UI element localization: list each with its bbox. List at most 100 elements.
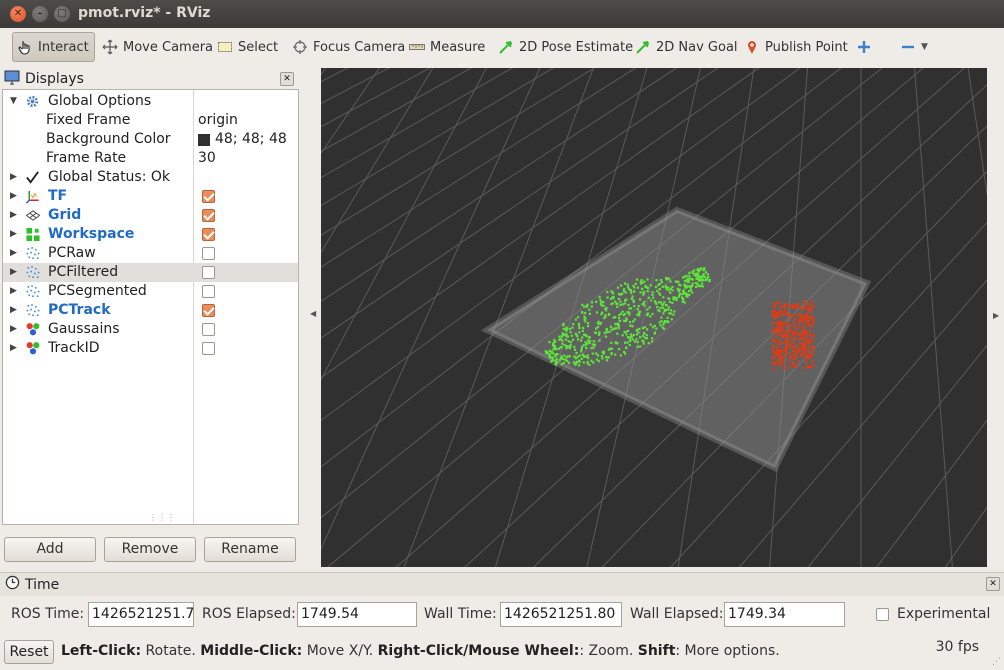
green-point: [569, 344, 572, 347]
green-point: [596, 325, 600, 329]
close-icon[interactable]: ✕: [280, 72, 294, 86]
red-point: [811, 316, 815, 319]
map-pin-icon: [744, 39, 760, 55]
red-point: [811, 337, 814, 340]
tree-row-pcsegmented[interactable]: ▶ PCSegmented: [3, 282, 298, 301]
display-enabled-checkbox[interactable]: [202, 247, 215, 260]
rename-display-button[interactable]: Rename: [204, 537, 296, 562]
display-enabled-checkbox[interactable]: [202, 342, 215, 355]
tree-row-background-color[interactable]: Background Color 48; 48; 48: [3, 130, 298, 149]
display-enabled-checkbox[interactable]: [202, 228, 215, 241]
resize-grip[interactable]: ⋮⋮⋮: [149, 513, 176, 522]
green-point: [643, 280, 646, 283]
resize-grip[interactable]: ⋰: [992, 657, 1001, 667]
expand-arrow-icon[interactable]: ▶: [10, 263, 20, 282]
expand-arrow-icon[interactable]: ▶: [10, 187, 20, 206]
add-display-button[interactable]: Add: [4, 537, 96, 562]
red-point: [802, 324, 805, 328]
red-point: [779, 329, 783, 332]
property-value[interactable]: 48; 48; 48: [198, 130, 287, 149]
green-point: [548, 349, 551, 352]
red-point: [780, 322, 783, 326]
expand-arrow-icon[interactable]: ▶: [10, 282, 20, 301]
display-enabled-checkbox[interactable]: [202, 266, 215, 279]
tool-select[interactable]: Select: [213, 32, 282, 62]
tool-2d-nav-goal[interactable]: 2D Nav Goal: [631, 32, 742, 62]
tool-focus-camera[interactable]: Focus Camera: [288, 32, 409, 62]
collapse-right-icon[interactable]: ▶: [993, 311, 999, 320]
red-point: [777, 325, 780, 328]
tool-measure[interactable]: Measure: [405, 32, 489, 62]
green-point: [681, 296, 684, 299]
green-point: [566, 345, 570, 348]
green-point: [671, 301, 674, 304]
window-maximize-button[interactable]: □: [54, 6, 70, 22]
property-value[interactable]: origin: [198, 111, 238, 130]
tool-2d-pose-estimate[interactable]: 2D Pose Estimate: [494, 32, 637, 62]
green-point: [627, 329, 630, 332]
ros-elapsed-field[interactable]: 1749.54: [297, 602, 417, 627]
green-point: [623, 290, 626, 293]
scene-canvas[interactable]: [321, 68, 987, 567]
red-point: [796, 333, 799, 336]
expand-arrow-icon[interactable]: ▶: [10, 301, 20, 320]
tree-row-global-options[interactable]: ▼ Global Options: [3, 92, 298, 111]
render-view[interactable]: [321, 68, 987, 567]
tree-row-workspace[interactable]: ▶ Workspace: [3, 225, 298, 244]
add-tool-button[interactable]: [852, 32, 876, 62]
red-point: [802, 318, 805, 321]
expand-arrow-icon[interactable]: ▼: [10, 92, 20, 111]
tree-row-tf[interactable]: ▶ TF: [3, 187, 298, 206]
green-point: [610, 347, 613, 350]
green-point: [639, 345, 642, 348]
right-collapse-strip[interactable]: ▶: [988, 67, 1004, 568]
green-point: [675, 299, 678, 302]
tree-row-gaussains[interactable]: ▶ Gaussains: [3, 320, 298, 339]
expand-arrow-icon[interactable]: ▶: [10, 225, 20, 244]
tree-row-grid[interactable]: ▶ Grid: [3, 206, 298, 225]
grid-line: [321, 68, 327, 76]
display-enabled-checkbox[interactable]: [202, 190, 215, 203]
window-minimize-button[interactable]: –: [32, 6, 48, 22]
window-close-button[interactable]: ✕: [10, 6, 26, 22]
expand-arrow-icon[interactable]: ▶: [10, 168, 20, 187]
tree-row-pcfiltered[interactable]: ▶ PCFiltered: [3, 263, 298, 282]
tool-label: Measure: [430, 39, 486, 55]
property-value[interactable]: 30: [198, 149, 216, 168]
display-enabled-checkbox[interactable]: [202, 323, 215, 336]
green-point: [661, 303, 664, 306]
panel-splitter[interactable]: ◀: [302, 67, 320, 568]
expand-arrow-icon[interactable]: ▶: [10, 320, 20, 339]
checkmark-icon: [25, 170, 41, 185]
tree-row-frame-rate[interactable]: Frame Rate 30: [3, 149, 298, 168]
green-point: [595, 300, 598, 303]
expand-arrow-icon[interactable]: ▶: [10, 339, 20, 358]
display-enabled-checkbox[interactable]: [202, 304, 215, 317]
tool-publish-point[interactable]: Publish Point: [740, 32, 852, 62]
expand-arrow-icon[interactable]: ▶: [10, 206, 20, 225]
tree-row-trackid[interactable]: ▶ TrackID: [3, 339, 298, 358]
tree-row-global-status[interactable]: ▶ Global Status: Ok: [3, 168, 298, 187]
expand-arrow-icon[interactable]: ▶: [10, 244, 20, 263]
tool-interact[interactable]: Interact: [12, 32, 95, 62]
display-enabled-checkbox[interactable]: [202, 285, 215, 298]
tree-row-pctrack[interactable]: ▶ PCTrack: [3, 301, 298, 320]
remove-display-button[interactable]: Remove: [104, 537, 196, 562]
close-icon[interactable]: ✕: [986, 577, 1000, 591]
collapse-left-icon[interactable]: ◀: [310, 309, 316, 318]
display-enabled-checkbox[interactable]: [202, 209, 215, 222]
green-point: [695, 272, 698, 275]
tree-row-pcraw[interactable]: ▶ PCRaw: [3, 244, 298, 263]
green-point: [601, 357, 604, 360]
green-point: [691, 282, 694, 285]
experimental-checkbox[interactable]: [876, 608, 889, 621]
remove-tool-button[interactable]: ▼: [896, 32, 932, 62]
green-point: [695, 285, 698, 288]
tool-move-camera[interactable]: Move Camera: [98, 32, 217, 62]
wall-elapsed-field[interactable]: 1749.34: [724, 602, 845, 627]
reset-button[interactable]: Reset: [4, 640, 54, 664]
tree-row-fixed-frame[interactable]: Fixed Frame origin: [3, 111, 298, 130]
wall-time-field[interactable]: 1426521251.80: [500, 602, 622, 627]
green-point: [670, 318, 673, 321]
ros-time-field[interactable]: 1426521251.77: [88, 602, 194, 627]
